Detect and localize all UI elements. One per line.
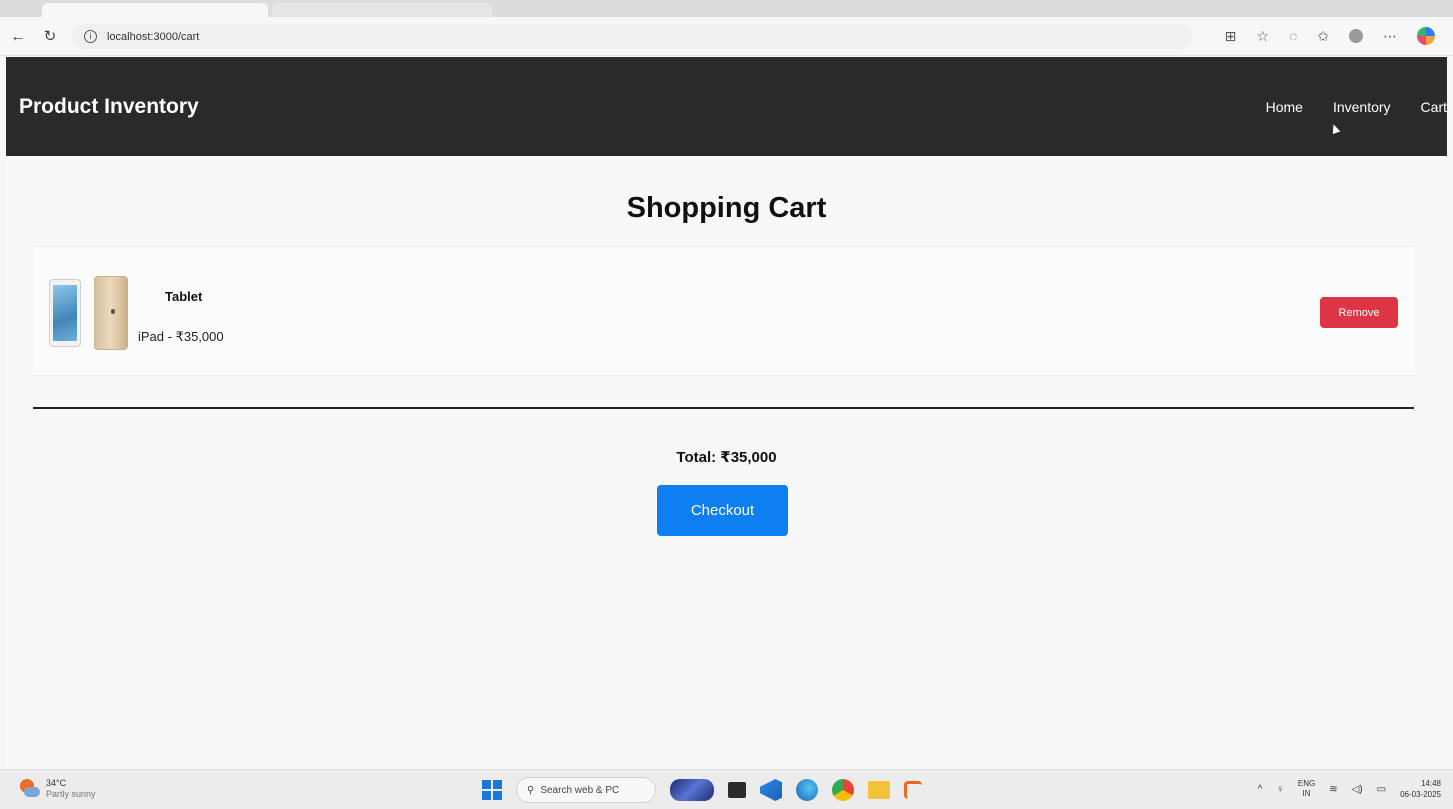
favorites-icon[interactable]: ✩ bbox=[1317, 28, 1329, 45]
microphone-icon[interactable]: ♀ bbox=[1276, 784, 1284, 795]
remove-button[interactable]: Remove bbox=[1320, 297, 1398, 328]
extensions-icon[interactable]: ◌ bbox=[1289, 28, 1297, 44]
volume-icon[interactable]: ◁) bbox=[1352, 784, 1363, 795]
ipad-back-image bbox=[94, 276, 128, 350]
cart-total: Total: ₹35,000 bbox=[676, 449, 777, 466]
clock-date: 06-03-2025 bbox=[1400, 790, 1441, 799]
app-navbar: Product Inventory Home Inventory Cart bbox=[6, 57, 1447, 156]
language-indicator[interactable]: ENG IN bbox=[1298, 779, 1315, 799]
taskbar-search[interactable]: ⚲ Search web & PC bbox=[516, 777, 656, 803]
browser-tab[interactable] bbox=[272, 3, 492, 17]
vscode-icon[interactable] bbox=[760, 779, 782, 801]
clock-time: 14:48 bbox=[1420, 779, 1441, 788]
windows-start-icon[interactable] bbox=[482, 780, 502, 800]
copilot-icon[interactable] bbox=[1417, 27, 1435, 45]
checkout-button[interactable]: Checkout bbox=[657, 485, 788, 536]
task-view-icon[interactable] bbox=[728, 782, 746, 798]
weather-icon bbox=[18, 778, 40, 800]
favorite-icon[interactable]: ☆ bbox=[1256, 28, 1269, 45]
browser-tab-strip bbox=[0, 0, 1453, 17]
file-explorer-icon[interactable] bbox=[868, 781, 890, 799]
snipping-tool-icon[interactable] bbox=[904, 781, 922, 799]
browser-tab-active[interactable] bbox=[42, 3, 268, 17]
back-arrow-icon[interactable]: ← bbox=[8, 26, 28, 46]
product-name: Tablet bbox=[165, 289, 203, 304]
weather-temp: 34°C bbox=[46, 778, 67, 788]
clock[interactable]: 14:48 06-03-2025 bbox=[1400, 778, 1441, 800]
address-url[interactable]: localhost:3000/cart bbox=[107, 31, 199, 43]
more-icon[interactable]: ⋯ bbox=[1383, 28, 1397, 45]
divider bbox=[33, 407, 1414, 409]
brand-title[interactable]: Product Inventory bbox=[19, 95, 199, 119]
weather-widget[interactable]: 34°C Partly sunny bbox=[18, 778, 96, 800]
cart-page: Shopping Cart Tablet iPad - ₹35,000 Remo… bbox=[6, 156, 1447, 768]
product-description: iPad - ₹35,000 bbox=[138, 329, 224, 344]
reader-icon[interactable]: ⊞ bbox=[1225, 28, 1237, 45]
nav-link-cart[interactable]: Cart bbox=[1421, 99, 1447, 115]
wifi-icon[interactable]: ≋ bbox=[1329, 784, 1337, 795]
ipad-front-image bbox=[49, 279, 81, 347]
profile-icon[interactable] bbox=[1349, 29, 1363, 43]
address-bar[interactable]: i localhost:3000/cart bbox=[72, 24, 1192, 49]
refresh-icon[interactable]: ↻ bbox=[40, 26, 60, 46]
taskbar-search-text: Search web & PC bbox=[540, 784, 620, 796]
browser-toolbar: ← ↻ i localhost:3000/cart ⊞ ☆ ◌ ✩ ⋯ bbox=[0, 17, 1453, 56]
taskbar-apps: ⚲ Search web & PC bbox=[482, 777, 922, 803]
page-title: Shopping Cart bbox=[626, 192, 827, 224]
weather-desc: Partly sunny bbox=[46, 789, 96, 799]
product-image bbox=[46, 276, 128, 350]
nav-link-inventory[interactable]: Inventory bbox=[1333, 99, 1391, 115]
battery-icon[interactable]: ▭ bbox=[1377, 784, 1386, 795]
nav-link-home[interactable]: Home bbox=[1266, 99, 1303, 115]
nav-links: Home Inventory Cart bbox=[1236, 99, 1447, 115]
info-icon[interactable]: i bbox=[84, 30, 97, 43]
cart-item: Tablet iPad - ₹35,000 Remove bbox=[34, 246, 1414, 376]
widgets-app-icon[interactable] bbox=[670, 779, 714, 801]
chrome-icon[interactable] bbox=[832, 779, 854, 801]
screen: ← ↻ i localhost:3000/cart ⊞ ☆ ◌ ✩ ⋯ Prod… bbox=[0, 0, 1453, 809]
browser-actions: ⊞ ☆ ◌ ✩ ⋯ bbox=[1225, 26, 1435, 46]
taskbar: 34°C Partly sunny ⚲ Search web & PC ^ ♀ … bbox=[0, 769, 1453, 809]
edge-icon[interactable] bbox=[796, 779, 818, 801]
chevron-up-icon[interactable]: ^ bbox=[1258, 784, 1263, 795]
search-icon: ⚲ bbox=[527, 784, 535, 796]
system-tray: ^ ♀ ENG IN ≋ ◁) ▭ 14:48 06-03-2025 bbox=[1258, 778, 1441, 800]
